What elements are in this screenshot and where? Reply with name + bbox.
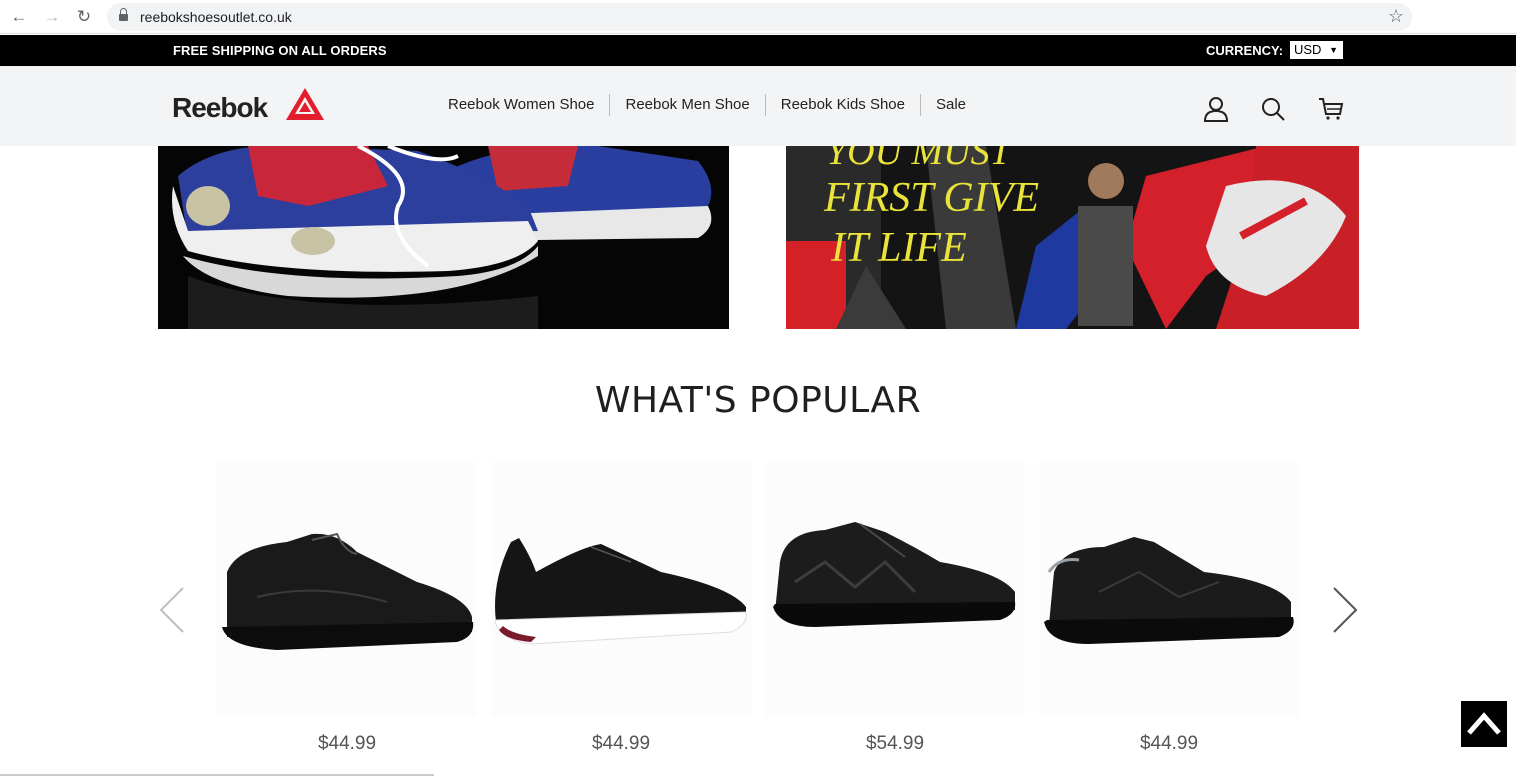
product-image-black-leather-shoe[interactable]: [217, 462, 477, 717]
free-shipping-text: FREE SHIPPING ON ALL ORDERS: [173, 43, 387, 58]
browser-toolbar: ← → ↻ reebokshoesoutlet.co.uk ☆: [0, 0, 1516, 34]
banner-collage-image: YOU MUST FIRST GIVE IT LIFE: [786, 146, 1359, 329]
user-account-icon[interactable]: [1203, 96, 1229, 122]
nav-sale[interactable]: Sale: [921, 94, 981, 116]
reebok-delta-logo-icon: [286, 88, 324, 120]
product-price: $44.99: [591, 733, 651, 754]
currency-value: USD: [1294, 42, 1322, 57]
banner-left-shoe[interactable]: [158, 146, 729, 329]
product-card[interactable]: $44.99: [491, 462, 751, 762]
bookmark-star-icon[interactable]: ☆: [1388, 6, 1404, 27]
address-bar[interactable]: reebokshoesoutlet.co.uk ☆: [107, 3, 1412, 31]
lock-icon[interactable]: [119, 8, 128, 22]
product-price: $54.99: [865, 733, 925, 754]
popular-section-title: WHAT'S POPULAR: [594, 380, 922, 421]
product-price: $44.99: [317, 733, 377, 754]
logo-wordmark: Reebok: [172, 92, 268, 123]
product-image-black-trail-shoe[interactable]: [765, 462, 1025, 717]
back-arrow-icon[interactable]: ←: [8, 6, 30, 28]
forward-arrow-icon[interactable]: →: [41, 6, 63, 28]
product-card[interactable]: $44.99: [217, 462, 477, 762]
product-image-black-mesh-shoe[interactable]: [1039, 462, 1299, 717]
carousel-next-arrow-icon[interactable]: [1330, 585, 1360, 635]
product-card[interactable]: $44.99: [1039, 462, 1299, 762]
announcement-bar: FREE SHIPPING ON ALL ORDERS CURRENCY: US…: [0, 35, 1516, 66]
product-card[interactable]: $54.99: [765, 462, 1025, 762]
product-image-black-knit-runner[interactable]: [491, 462, 751, 717]
shopping-cart-icon[interactable]: [1318, 96, 1344, 122]
currency-label: CURRENCY:: [1206, 43, 1284, 58]
search-icon[interactable]: [1260, 96, 1286, 122]
nav-men-shoe[interactable]: Reebok Men Shoe: [610, 94, 766, 116]
site-header: Reebok Reebok Women Shoe Reebok Men Shoe…: [0, 66, 1516, 146]
reload-icon[interactable]: ↻: [73, 6, 95, 28]
chevron-up-icon: [1467, 712, 1501, 735]
url-text[interactable]: reebokshoesoutlet.co.uk: [140, 9, 292, 25]
banner-text-line-2: FIRST GIVE: [823, 175, 1039, 221]
carousel-prev-arrow-icon[interactable]: [157, 585, 187, 635]
currency-select[interactable]: USD ▼: [1290, 41, 1343, 59]
product-price: $44.99: [1139, 733, 1199, 754]
main-navigation: Reebok Women Shoe Reebok Men Shoe Reebok…: [433, 94, 981, 116]
banner-text-line-1: YOU MUST: [826, 146, 1014, 173]
nav-women-shoe[interactable]: Reebok Women Shoe: [433, 94, 611, 116]
banner-right-collage[interactable]: YOU MUST FIRST GIVE IT LIFE: [786, 146, 1359, 329]
back-to-top-button[interactable]: [1461, 701, 1507, 747]
nav-kids-shoe[interactable]: Reebok Kids Shoe: [766, 94, 921, 116]
dropdown-caret-icon: ▼: [1329, 45, 1338, 55]
banner-text-line-3: IT LIFE: [830, 225, 967, 271]
banner-shoe-image: [158, 146, 729, 329]
